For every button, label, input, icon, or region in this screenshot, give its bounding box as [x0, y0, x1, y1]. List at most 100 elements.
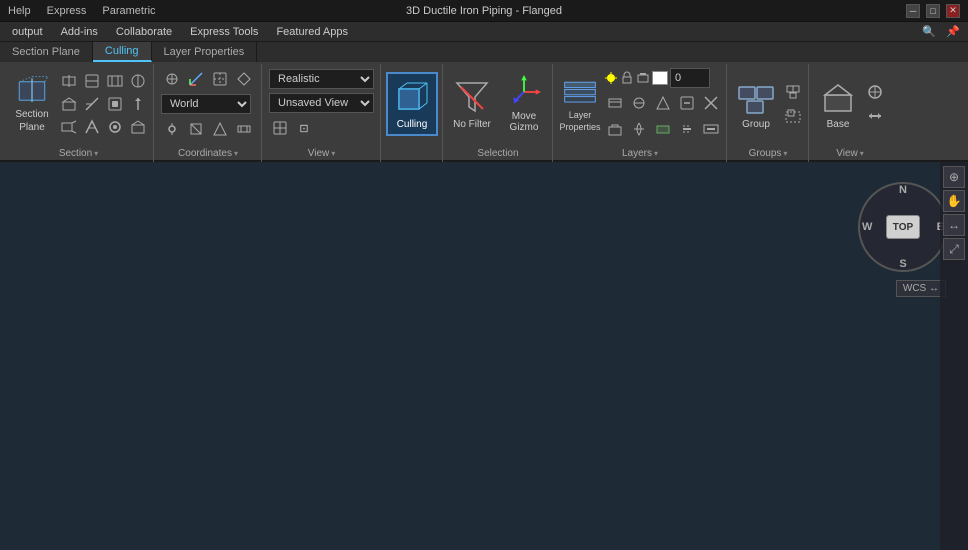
layer-icon-9[interactable]	[676, 118, 698, 140]
wcs-label[interactable]: WCS ↔	[896, 280, 946, 297]
layer-icon-5[interactable]	[700, 92, 722, 114]
groups-group-label[interactable]: Groups ▾	[732, 144, 804, 162]
section-btn-2[interactable]	[81, 70, 103, 92]
nav-pan-tool[interactable]: ✋	[943, 190, 965, 212]
ribbon-pin[interactable]: 📌	[942, 21, 964, 43]
view-arrow-icon: ▾	[331, 149, 335, 158]
coord-btn-1[interactable]	[161, 68, 183, 90]
layer-icon-7[interactable]	[628, 118, 650, 140]
coord-btn-2[interactable]	[185, 68, 207, 90]
view-right-label[interactable]: View ▾	[814, 144, 886, 162]
section-btn-4[interactable]	[127, 70, 149, 92]
move-gizmo-icon	[505, 75, 543, 109]
layers-group-label[interactable]: Layers ▾	[558, 144, 722, 162]
layer-icon-4[interactable]	[676, 92, 698, 114]
coord-group-label[interactable]: Coordinates ▾	[159, 144, 257, 162]
view-group-buttons: Realistic Unsaved View ⊡	[267, 64, 376, 144]
section-btn-12[interactable]	[127, 116, 149, 138]
compass-south-label: S	[899, 258, 906, 270]
menu-express-tools[interactable]: Express Tools	[182, 24, 266, 40]
group-button[interactable]: Group	[732, 72, 780, 136]
coord-btn-3[interactable]	[209, 68, 231, 90]
nav-tools-panel: ⊕ ✋ ↔ ⤢	[940, 162, 968, 550]
visual-style-select[interactable]: Realistic	[269, 69, 374, 89]
menu-featured-apps[interactable]: Featured Apps	[268, 24, 356, 40]
lock-icon	[620, 71, 634, 85]
view-group-label[interactable]: View ▾	[267, 144, 376, 162]
selection-group-buttons: No Filter Move Gizmo	[448, 64, 548, 144]
layer-icon-1[interactable]	[604, 92, 626, 114]
ribbon-group-view-right: Base View ▾	[810, 64, 890, 162]
layer-props-label2: Properties	[559, 123, 600, 133]
parametric-menu[interactable]: Parametric	[102, 5, 155, 17]
section-btn-7[interactable]	[104, 93, 126, 115]
section-btn-11[interactable]	[104, 116, 126, 138]
layer-icon-2[interactable]	[628, 92, 650, 114]
ribbon-group-layers: Layer Properties	[554, 64, 727, 162]
view-btn-1[interactable]	[269, 117, 291, 139]
section-group-buttons: Section Plane	[8, 64, 149, 144]
view-right-buttons: Base	[814, 64, 886, 144]
layer-properties-button[interactable]: Layer Properties	[558, 72, 602, 136]
menu-collaborate[interactable]: Collaborate	[108, 24, 180, 40]
view-name-select[interactable]: Unsaved View	[269, 93, 374, 113]
culling-button[interactable]: Culling	[386, 72, 438, 136]
window-controls[interactable]: ─ □ ✕	[906, 4, 960, 18]
section-plane-button[interactable]: Section Plane	[8, 72, 56, 136]
groups-icon-1[interactable]	[782, 81, 804, 103]
menu-output[interactable]: output	[4, 24, 51, 40]
nav-zoom-tool[interactable]: ⊕	[943, 166, 965, 188]
view-right-icon-1[interactable]	[864, 81, 886, 103]
tab-layer-properties[interactable]: Layer Properties	[152, 42, 258, 62]
section-arrow-icon: ▾	[94, 149, 98, 158]
move-gizmo-button[interactable]: Move Gizmo	[500, 72, 548, 136]
minimize-button[interactable]: ─	[906, 4, 920, 18]
nav-orbit-tool[interactable]: ↔	[943, 214, 965, 236]
close-button[interactable]: ✕	[946, 4, 960, 18]
section-group-label[interactable]: Section ▾	[8, 144, 149, 162]
viewport[interactable]: N S E W TOP WCS ↔ ⊕ ✋ ↔ ⤢	[0, 162, 968, 550]
layer-number-input[interactable]	[670, 68, 710, 88]
group-icon	[737, 79, 775, 117]
color-swatch[interactable]	[652, 71, 668, 85]
coord-btn-8[interactable]	[233, 118, 255, 140]
menu-addins[interactable]: Add-ins	[53, 24, 106, 40]
nav-extent-tool[interactable]: ⤢	[943, 238, 965, 260]
section-btn-1[interactable]	[58, 70, 80, 92]
coord-btn-5[interactable]	[161, 118, 183, 140]
ribbon-search[interactable]: 🔍	[918, 21, 940, 43]
layer-icon-8[interactable]	[652, 118, 674, 140]
section-btn-6[interactable]	[81, 93, 103, 115]
section-btn-5[interactable]	[58, 93, 80, 115]
coord-btn-7[interactable]	[209, 118, 231, 140]
base-label: Base	[827, 119, 850, 130]
base-button[interactable]: Base	[814, 72, 862, 136]
express-menu[interactable]: Express	[47, 5, 87, 17]
world-select[interactable]: World	[161, 94, 251, 114]
culling-icon	[393, 79, 431, 117]
compass[interactable]: N S E W TOP	[858, 182, 948, 272]
menu-bar: output Add-ins Collaborate Express Tools…	[0, 22, 968, 42]
section-btn-10[interactable]	[81, 116, 103, 138]
maximize-button[interactable]: □	[926, 4, 940, 18]
section-btn-3[interactable]	[104, 70, 126, 92]
layer-icon-3[interactable]	[652, 92, 674, 114]
section-plane-icon	[13, 75, 51, 107]
coord-btn-4[interactable]	[233, 68, 255, 90]
ribbon-content: Section Plane	[0, 62, 968, 164]
no-filter-icon	[453, 79, 491, 117]
layer-icon-6[interactable]	[604, 118, 626, 140]
groups-icon-2[interactable]	[782, 105, 804, 127]
view-right-icon-2[interactable]	[864, 105, 886, 127]
help-menu[interactable]: Help	[8, 5, 31, 17]
view-btn-2[interactable]: ⊡	[293, 117, 315, 139]
section-btn-8[interactable]	[127, 93, 149, 115]
layer-icon-10[interactable]	[700, 118, 722, 140]
coord-btn-6[interactable]	[185, 118, 207, 140]
section-sub-buttons	[58, 70, 149, 138]
tab-section-plane[interactable]: Section Plane	[0, 42, 93, 62]
no-filter-button[interactable]: No Filter	[448, 72, 496, 136]
compass-top-button[interactable]: TOP	[886, 215, 920, 239]
section-btn-9[interactable]	[58, 116, 80, 138]
tab-culling[interactable]: Culling	[93, 42, 152, 62]
